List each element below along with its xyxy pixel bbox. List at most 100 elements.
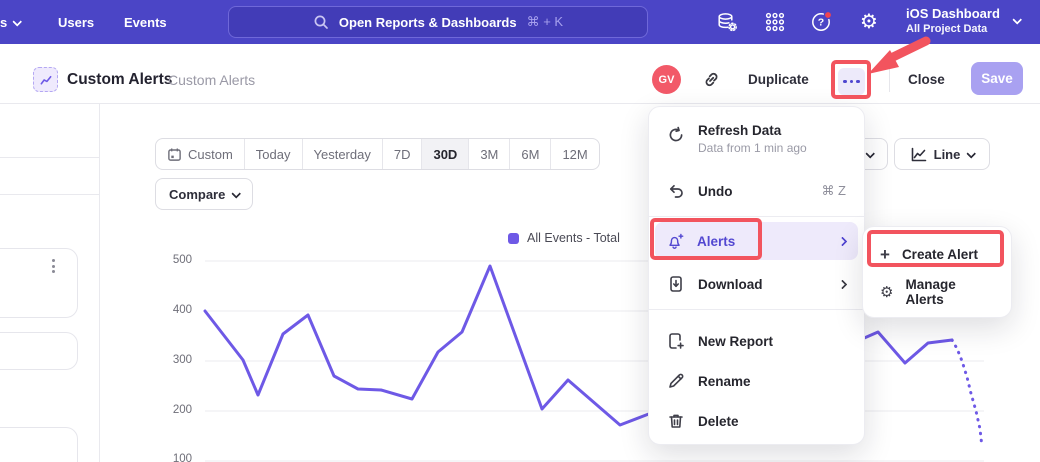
range-7d[interactable]: 7D bbox=[383, 139, 423, 169]
project-scope: All Project Data bbox=[906, 22, 1000, 36]
gear-icon: ⚙ bbox=[880, 285, 893, 300]
database-gear-icon bbox=[716, 11, 739, 34]
menu-label: Download bbox=[698, 277, 826, 292]
global-search-button[interactable]: Open Reports & Dashboards ⌘ + K bbox=[228, 6, 648, 38]
menu-label: Rename bbox=[698, 374, 751, 389]
menu-item-refresh-data[interactable]: Refresh Data Data from 1 min ago bbox=[649, 117, 864, 171]
y-axis-tick: 500 bbox=[160, 254, 192, 266]
query-card[interactable] bbox=[0, 332, 78, 370]
avatar[interactable]: GV bbox=[652, 65, 681, 94]
top-navbar: s Users Events Open Reports & Dashboards… bbox=[0, 0, 1040, 44]
copy-link-button[interactable] bbox=[702, 70, 721, 94]
more-options-button[interactable] bbox=[838, 68, 865, 95]
menu-item-download[interactable]: Download bbox=[649, 264, 864, 304]
undo-shortcut: ⌘ Z bbox=[821, 183, 846, 199]
kebab-menu-icon[interactable] bbox=[52, 259, 55, 273]
help-button[interactable]: ? bbox=[810, 10, 834, 34]
y-axis-tick: 400 bbox=[160, 304, 192, 316]
search-label: Open Reports & Dashboards bbox=[339, 15, 517, 30]
report-header: ‹ Custom Alerts Custom Alerts GV Duplica… bbox=[0, 44, 1040, 104]
save-button[interactable]: Save bbox=[971, 62, 1023, 95]
sidebar-divider bbox=[0, 194, 100, 195]
compare-button[interactable]: Compare bbox=[155, 178, 253, 210]
menu-label: Refresh Data bbox=[698, 123, 781, 138]
range-label: Today bbox=[256, 147, 291, 162]
close-button[interactable]: Close bbox=[908, 72, 945, 87]
project-selector[interactable]: iOS Dashboard All Project Data bbox=[906, 5, 1000, 36]
alerts-submenu: + Create Alert ⚙ Manage Alerts bbox=[862, 226, 1012, 318]
chevron-down-icon bbox=[967, 148, 977, 158]
range-label: Yesterday bbox=[314, 147, 371, 162]
app-window: 500 400 300 200 100 All Events - Total C… bbox=[0, 0, 1040, 462]
menu-label: Undo bbox=[698, 184, 808, 199]
menu-item-delete[interactable]: Delete bbox=[649, 401, 864, 441]
link-icon bbox=[702, 70, 721, 89]
trash-icon bbox=[667, 412, 685, 430]
chevron-down-icon bbox=[232, 188, 242, 198]
download-icon bbox=[667, 275, 685, 293]
apps-grid-button[interactable] bbox=[763, 10, 787, 34]
chart-legend[interactable]: All Events - Total bbox=[508, 231, 620, 245]
settings-button[interactable]: ⚙ bbox=[857, 10, 881, 34]
query-card[interactable] bbox=[0, 427, 78, 462]
submenu-item-manage-alerts[interactable]: ⚙ Manage Alerts bbox=[863, 273, 1011, 311]
range-label: 12M bbox=[562, 147, 587, 162]
nav-overflow-label: s bbox=[0, 15, 7, 30]
legend-label: All Events - Total bbox=[527, 231, 620, 245]
menu-item-undo[interactable]: Undo ⌘ Z bbox=[649, 171, 864, 211]
y-axis-tick: 100 bbox=[160, 453, 192, 462]
project-name: iOS Dashboard bbox=[906, 5, 1000, 22]
range-today[interactable]: Today bbox=[245, 139, 303, 169]
legend-swatch bbox=[508, 233, 519, 244]
chart-type-button[interactable]: Line bbox=[894, 138, 990, 170]
nav-item-events[interactable]: Events bbox=[124, 0, 167, 44]
search-shortcut: ⌘ + K bbox=[527, 14, 564, 30]
menu-separator bbox=[649, 216, 864, 217]
chevron-right-icon bbox=[838, 236, 848, 246]
submenu-item-create-alert[interactable]: + Create Alert bbox=[863, 235, 1011, 273]
y-axis-tick: 200 bbox=[160, 404, 192, 416]
range-3m[interactable]: 3M bbox=[469, 139, 510, 169]
range-label: 3M bbox=[480, 147, 498, 162]
help-icon: ? bbox=[810, 10, 834, 34]
menu-label: Delete bbox=[698, 414, 739, 429]
page-title: Custom Alerts bbox=[67, 71, 172, 89]
data-management-button[interactable] bbox=[715, 10, 739, 34]
sidebar-divider bbox=[0, 157, 100, 158]
nav-item-users[interactable]: Users bbox=[58, 0, 94, 44]
report-type-icon bbox=[33, 67, 58, 92]
submenu-label: Manage Alerts bbox=[905, 277, 994, 307]
range-6m[interactable]: 6M bbox=[510, 139, 551, 169]
query-builder-sidebar bbox=[0, 104, 100, 462]
notification-dot bbox=[824, 11, 831, 18]
y-axis-tick: 300 bbox=[160, 354, 192, 366]
plus-icon: + bbox=[880, 246, 890, 263]
menu-item-new-report[interactable]: New Report bbox=[649, 321, 864, 361]
header-divider bbox=[889, 64, 890, 92]
chevron-down-icon bbox=[1012, 15, 1022, 25]
range-label: Custom bbox=[188, 147, 233, 162]
range-30d-selected[interactable]: 30D bbox=[422, 139, 469, 169]
chart-series-dotted bbox=[952, 340, 982, 447]
nav-item-overflow[interactable]: s bbox=[0, 0, 20, 44]
grid-dots-icon bbox=[764, 11, 786, 33]
query-card[interactable] bbox=[0, 248, 78, 318]
line-chart-icon bbox=[910, 146, 927, 163]
new-report-icon bbox=[667, 332, 685, 350]
menu-item-rename[interactable]: Rename bbox=[649, 361, 864, 401]
range-label: 30D bbox=[433, 147, 457, 162]
range-custom[interactable]: Custom bbox=[156, 139, 245, 169]
nav-label: Events bbox=[124, 15, 167, 30]
breadcrumb: Custom Alerts bbox=[168, 72, 255, 88]
refresh-subtitle: Data from 1 min ago bbox=[698, 141, 807, 155]
range-12m[interactable]: 12M bbox=[551, 139, 598, 169]
duplicate-button[interactable]: Duplicate bbox=[748, 72, 809, 87]
menu-item-alerts[interactable]: Alerts bbox=[655, 222, 858, 260]
ellipsis-icon bbox=[843, 80, 847, 84]
compare-label: Compare bbox=[169, 187, 225, 202]
search-icon bbox=[313, 14, 329, 30]
range-yesterday[interactable]: Yesterday bbox=[303, 139, 383, 169]
submenu-label: Create Alert bbox=[902, 247, 978, 262]
chart-type-label: Line bbox=[934, 147, 961, 162]
refresh-icon bbox=[667, 126, 685, 144]
